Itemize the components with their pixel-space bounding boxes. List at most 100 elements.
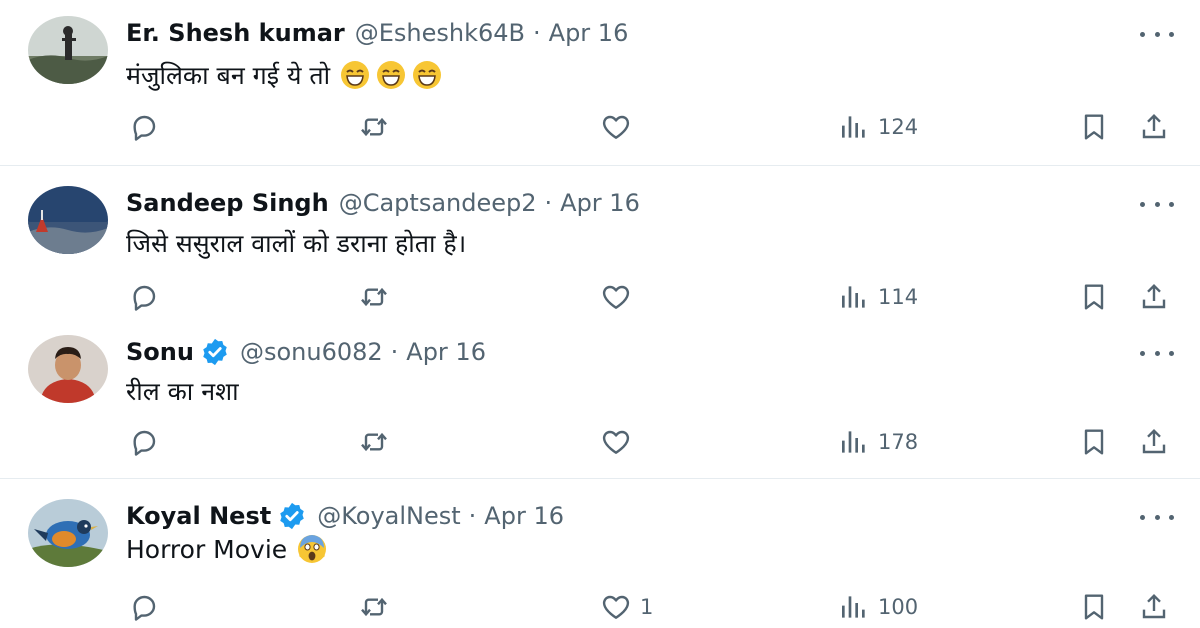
bookmark-button[interactable] — [1078, 279, 1110, 315]
bookmark-button[interactable] — [1078, 109, 1110, 145]
reply-button[interactable] — [128, 109, 160, 145]
views-button[interactable]: 178 — [838, 424, 918, 460]
bookmark-button[interactable] — [1078, 424, 1110, 460]
views-icon — [842, 596, 865, 618]
tweet-date[interactable]: Apr 16 — [406, 338, 486, 366]
share-icon — [1142, 428, 1166, 454]
retweet-icon — [361, 117, 387, 137]
reply-button[interactable] — [128, 279, 160, 315]
tweet-text: Horror Movie — [126, 534, 327, 564]
grinning-face-emoji — [340, 60, 370, 90]
retweet-button[interactable] — [358, 109, 390, 145]
retweet-icon — [361, 432, 387, 452]
user-handle[interactable]: @Captsandeep2 — [339, 189, 537, 217]
tweet-text-content: रील का नशा — [126, 377, 239, 406]
user-handle[interactable]: @sonu6082 — [240, 338, 383, 366]
reply-icon — [133, 285, 156, 311]
screaming-face-emoji — [297, 534, 327, 564]
avatar[interactable] — [28, 335, 108, 403]
bookmark-icon — [1084, 114, 1104, 140]
tweet[interactable]: Sandeep Singh @Captsandeep2 · Apr 16 जिस… — [0, 166, 1200, 324]
reply-button[interactable] — [128, 424, 160, 460]
display-name[interactable]: Koyal Nest — [126, 502, 271, 530]
view-count: 178 — [878, 430, 919, 454]
tweet[interactable]: Sonu @sonu6082 · Apr 16 रील का नशा 178 — [0, 324, 1200, 478]
retweet-button[interactable] — [358, 424, 390, 460]
avatar[interactable] — [28, 16, 108, 84]
separator: · — [468, 502, 477, 530]
views-button[interactable]: 124 — [838, 109, 918, 145]
separator: · — [533, 19, 541, 47]
share-button[interactable] — [1138, 109, 1170, 145]
tweet-text-content: जिसे ससुराल वालों को डराना होता है। — [126, 229, 467, 258]
tweet-date[interactable]: Apr 16 — [549, 19, 629, 47]
more-icon[interactable] — [1140, 507, 1174, 527]
reply-icon — [133, 115, 156, 141]
heart-icon — [602, 115, 630, 139]
tweet-text-content: Horror Movie — [126, 534, 288, 564]
retweet-button[interactable] — [358, 279, 390, 315]
share-button[interactable] — [1138, 279, 1170, 315]
views-icon — [842, 431, 865, 453]
share-icon — [1142, 283, 1166, 309]
like-button[interactable]: 1 — [600, 589, 653, 625]
views-icon — [842, 286, 865, 308]
heart-icon — [602, 285, 630, 309]
share-icon — [1142, 593, 1166, 619]
bookmark-icon — [1084, 429, 1104, 455]
reply-button[interactable] — [128, 589, 160, 625]
display-name[interactable]: Sandeep Singh — [126, 189, 329, 217]
retweet-icon — [361, 597, 387, 617]
tweet-header: Sandeep Singh @Captsandeep2 · Apr 16 — [126, 188, 640, 218]
grinning-face-emoji — [376, 60, 406, 90]
tweet-actions: 178 — [0, 424, 1200, 460]
views-icon — [842, 116, 865, 138]
tweet-text: मंजुलिका बन गई ये तो — [126, 58, 442, 92]
reply-icon — [133, 595, 156, 621]
like-button[interactable] — [600, 424, 640, 460]
bookmark-button[interactable] — [1078, 589, 1110, 625]
reply-feed: Er. Shesh kumar @Esheshk64B · Apr 16 मंज… — [0, 0, 1200, 628]
bookmark-icon — [1084, 284, 1104, 310]
more-icon[interactable] — [1140, 194, 1174, 214]
tweet-actions: 114 — [0, 279, 1200, 315]
user-handle[interactable]: @KoyalNest — [317, 502, 460, 530]
like-button[interactable] — [600, 279, 640, 315]
more-icon[interactable] — [1140, 24, 1174, 44]
views-button[interactable]: 114 — [838, 279, 918, 315]
like-button[interactable] — [600, 109, 640, 145]
tweet-text: रील का नशा — [126, 374, 239, 408]
tweet-actions: 1 100 — [0, 589, 1200, 625]
tweet-text: जिसे ससुराल वालों को डराना होता है। — [126, 226, 466, 260]
tweet-header: Sonu @sonu6082 · Apr 16 — [126, 337, 486, 367]
avatar[interactable] — [28, 186, 108, 254]
tweet[interactable]: Er. Shesh kumar @Esheshk64B · Apr 16 मंज… — [0, 0, 1200, 165]
separator: · — [390, 338, 399, 366]
tweet-header: Koyal Nest @KoyalNest · Apr 16 — [126, 501, 564, 531]
view-count: 100 — [878, 595, 919, 619]
grinning-face-emoji — [412, 60, 442, 90]
display-name[interactable]: Sonu — [126, 338, 194, 366]
reply-icon — [133, 430, 156, 456]
verified-badge-icon — [200, 337, 230, 367]
more-icon[interactable] — [1140, 343, 1174, 363]
tweet-date[interactable]: Apr 16 — [560, 189, 640, 217]
tweet-actions: 124 — [0, 109, 1200, 145]
verified-badge-icon — [277, 501, 307, 531]
share-button[interactable] — [1138, 589, 1170, 625]
tweet-header: Er. Shesh kumar @Esheshk64B · Apr 16 — [126, 18, 628, 48]
bookmark-icon — [1084, 594, 1104, 620]
share-icon — [1142, 113, 1166, 139]
views-button[interactable]: 100 — [838, 589, 918, 625]
heart-icon — [602, 595, 630, 619]
retweet-button[interactable] — [358, 589, 390, 625]
tweet-date[interactable]: Apr 16 — [484, 502, 564, 530]
retweet-icon — [361, 287, 387, 307]
display-name[interactable]: Er. Shesh kumar — [126, 19, 345, 47]
heart-icon — [602, 430, 630, 454]
share-button[interactable] — [1138, 424, 1170, 460]
avatar[interactable] — [28, 499, 108, 567]
view-count: 114 — [878, 285, 919, 309]
tweet[interactable]: Koyal Nest @KoyalNest · Apr 16 Horror Mo… — [0, 479, 1200, 628]
user-handle[interactable]: @Esheshk64B — [355, 19, 525, 47]
